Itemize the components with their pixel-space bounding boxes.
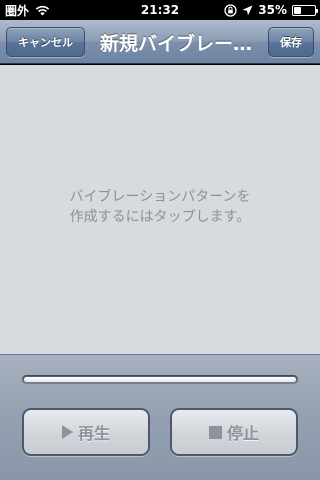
status-bar: 圏外 21:32 35% — [0, 0, 320, 20]
instruction-line-1: バイブレーションパターンを — [69, 189, 251, 205]
lock-rotation-icon — [224, 3, 237, 17]
battery-fill — [294, 6, 301, 14]
play-icon — [61, 425, 73, 439]
save-button[interactable]: 保存 — [268, 27, 314, 57]
instruction-text: バイブレーションパターンを 作成するにはタップします。 — [0, 187, 320, 227]
battery-icon — [292, 4, 318, 16]
save-button-label: 保存 — [280, 36, 302, 49]
page-title: 新規バイブレー… — [99, 32, 252, 55]
status-right: 35% — [224, 0, 318, 20]
playback-panel: 再生 停止 — [0, 354, 320, 480]
location-icon — [242, 5, 253, 16]
cancel-button-label: キャンセル — [18, 36, 73, 49]
stop-button-label: 停止 — [226, 424, 259, 443]
cancel-button[interactable]: キャンセル — [6, 27, 85, 57]
play-button-label: 再生 — [77, 424, 110, 443]
instruction-line-2: 作成するにはタップします。 — [69, 209, 251, 225]
battery-percent: 35% — [258, 3, 287, 17]
clock: 21:32 — [140, 3, 180, 17]
progress-bar — [22, 375, 298, 384]
navigation-bar: キャンセル 新規バイブレー… 保存 — [0, 20, 320, 64]
play-button[interactable]: 再生 — [22, 408, 150, 456]
progress-fill — [24, 377, 296, 382]
tap-area[interactable]: バイブレーションパターンを 作成するにはタップします。 — [0, 65, 320, 354]
stop-button[interactable]: 停止 — [170, 408, 298, 456]
stop-icon — [208, 425, 222, 439]
screen: 圏外 21:32 35% キャンセル 新規バイブレー… 保存 バイブレーションパ… — [0, 0, 320, 480]
